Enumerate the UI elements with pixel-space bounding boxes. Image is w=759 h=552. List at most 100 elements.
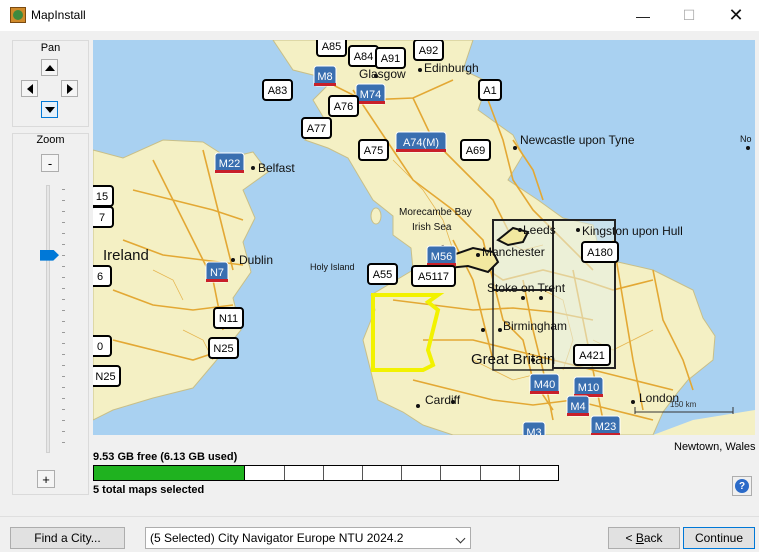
road-shield-stripe [396,149,446,152]
zoom-tick [62,288,65,289]
road-shield-label: M74 [360,89,381,101]
map-product-select[interactable]: (5 Selected) City Navigator Europe NTU 2… [145,527,471,549]
road-shield-stripe [567,413,589,416]
road-shield-label: N11 [219,313,238,325]
zoom-tick [62,354,65,355]
city-label: Kingston upon Hull [582,224,683,238]
storage-segment [324,466,364,480]
pan-right-button[interactable] [61,80,78,97]
road-shield-label: 6 [97,271,103,283]
road-shield-label: M23 [595,421,616,433]
app-icon [10,7,26,23]
city-label: London [639,391,679,405]
city-label: Leeds [523,223,556,237]
road-shield: A77 [301,117,332,139]
road-shield: A69 [460,139,491,161]
pan-down-button[interactable] [41,101,58,118]
help-button[interactable]: ? [732,476,752,496]
pan-label: Pan [40,42,61,54]
close-button[interactable]: ✕ [713,0,759,31]
zoom-label: Zoom [36,134,65,146]
road-shield-label: M4 [570,401,585,413]
zoom-tick [62,211,65,212]
road-shield-label: A84 [354,51,374,63]
road-shield: 7 [93,206,114,228]
city-label: Birmingham [503,319,567,333]
storage-segment [402,466,442,480]
zoom-tick [62,442,65,443]
storage-usage-bar [93,465,559,481]
city-label: Manchester [482,245,545,259]
arrow-down-icon [44,106,55,113]
road-shield-label: 15 [96,191,108,203]
road-shield-label: A85 [322,41,342,53]
storage-usage-fill [94,466,246,480]
road-shield-stripe [215,170,244,173]
road-shield: A83 [262,79,293,101]
storage-segment [441,466,481,480]
road-shield-stripe [530,391,559,394]
road-shield: 0 [93,335,112,357]
back-accelerator: B [635,531,644,545]
zoom-tick [62,420,65,421]
zoom-slider-track[interactable] [46,185,50,453]
road-shield-label: A69 [466,145,486,157]
road-shield: A75 [358,139,389,161]
map-view[interactable]: 150 km Glasgow Edinburgh Newcastle upon … [93,40,755,435]
road-shield: M23 [590,415,621,435]
road-shield-label: N25 [95,371,115,383]
road-shield-label: A83 [268,85,288,97]
window-title: MapInstall [31,8,86,22]
zoom-tick [62,409,65,410]
road-shield-label: M40 [534,379,555,391]
chevron-down-icon [455,533,466,544]
city-label: Newcastle upon Tyne [520,133,635,147]
road-shield-label: A421 [579,350,605,362]
zoom-tick [62,310,65,311]
road-shield: N7 [205,261,229,283]
maximize-button[interactable]: ☐ [666,0,712,31]
pan-left-button[interactable] [21,80,38,97]
road-shield-label: N7 [210,267,224,279]
storage-segment [520,466,558,480]
total-maps-text: 5 total maps selected [93,484,205,496]
road-shield: M8 [313,65,337,87]
pan-up-button[interactable] [41,59,58,76]
road-shield-label: M22 [219,158,240,170]
map-product-value: (5 Selected) City Navigator Europe NTU 2… [150,531,404,545]
zoom-tick [62,332,65,333]
zoom-tick [62,376,65,377]
road-shield-label: A75 [364,145,384,157]
road-shield-label: A180 [587,247,613,259]
mapinstall-window: MapInstall — ☐ ✕ Pan Zoom - + 150 km Gla… [0,0,759,552]
road-shield-label: M10 [578,382,599,394]
zoom-tick [62,365,65,366]
zoom-in-button[interactable]: + [37,470,55,488]
map-canvas: 150 km Glasgow Edinburgh Newcastle upon … [93,40,755,435]
back-prefix: < [625,531,636,545]
zoom-tick [62,387,65,388]
zoom-tick [62,244,65,245]
road-shield-label: A77 [307,123,327,135]
road-shield: M10 [573,376,604,398]
city-label: Ireland [103,247,149,264]
help-icon: ? [735,479,749,493]
zoom-panel: Zoom [12,133,89,495]
road-shield: A85 [316,40,347,57]
continue-button[interactable]: Continue [683,527,755,549]
find-city-button[interactable]: Find a City... [10,527,125,549]
road-shield: A55 [367,263,398,285]
road-shield: M4 [566,395,590,417]
zoom-out-button[interactable]: - [41,154,59,172]
minimize-button[interactable]: — [620,0,666,31]
city-label: No [740,134,752,144]
road-shield: A5117 [411,265,456,287]
road-shield: M40 [529,373,560,395]
road-shield: M74 [355,83,386,105]
road-shield: N25 [93,365,121,387]
city-label: Great Britain [471,351,555,368]
back-button[interactable]: < Back [608,527,680,549]
road-shield: N25 [208,337,239,359]
arrow-up-icon [44,64,55,71]
storage-segment [363,466,403,480]
